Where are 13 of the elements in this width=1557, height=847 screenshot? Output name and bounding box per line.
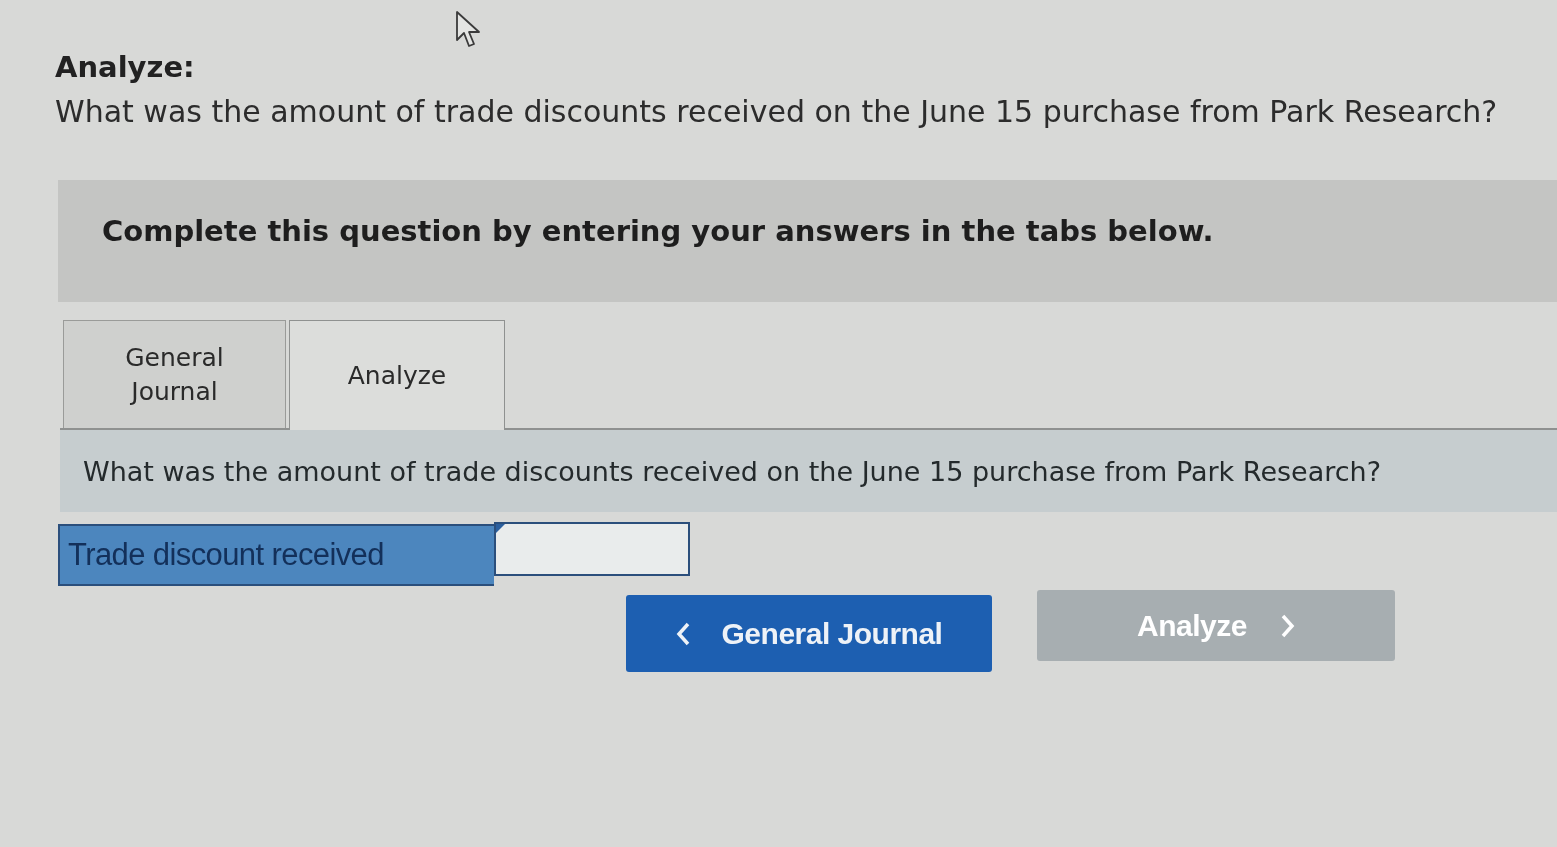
- mouse-pointer-icon: [455, 10, 483, 50]
- section-title: Analyze:: [55, 50, 195, 84]
- tab[interactable]: General Journal: [63, 320, 286, 428]
- previous-button[interactable]: General Journal: [626, 595, 992, 672]
- chevron-left-icon: [675, 621, 690, 646]
- panel-question-text: What was the amount of trade discounts received on the June 15 purchase from Park Research?: [83, 455, 1382, 487]
- input-field[interactable]: [494, 522, 690, 576]
- question-text: What was the amount of trade discounts received on the June 15 purchase from Park Research?: [55, 94, 1498, 130]
- corner-marker-icon: [496, 524, 505, 533]
- field-label: Trade discount received: [58, 524, 494, 586]
- chevron-right-icon: [1280, 613, 1295, 638]
- tab[interactable]: Analyze: [289, 320, 505, 430]
- instruction-text: Complete this question by entering your answers in the tabs below.: [102, 214, 1214, 248]
